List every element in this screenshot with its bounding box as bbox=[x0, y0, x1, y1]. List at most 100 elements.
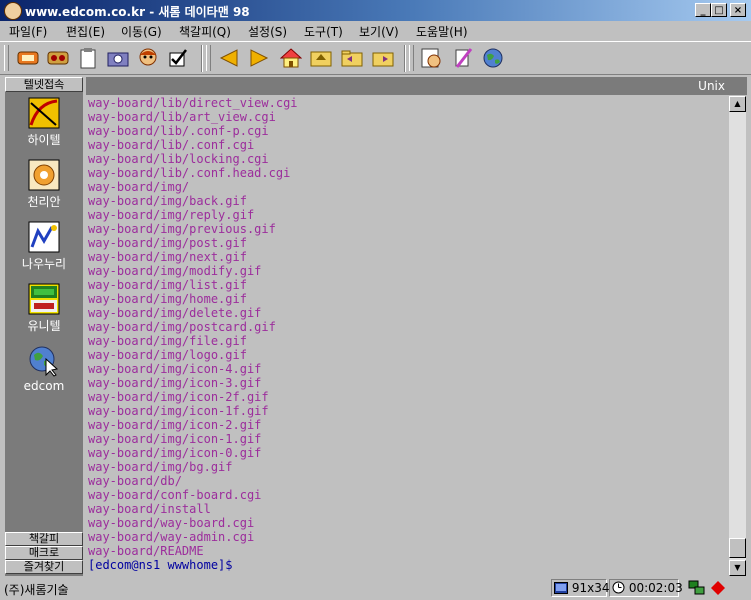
home-icon[interactable] bbox=[279, 46, 303, 70]
terminal-line: way-board/img/delete.gif bbox=[88, 306, 262, 320]
globe-icon[interactable] bbox=[481, 46, 505, 70]
download-icon[interactable] bbox=[371, 46, 395, 70]
terminal-mode-label: Unix bbox=[698, 79, 725, 93]
telnet-panel: 텔넷접속 하이텔 천리안 나우누리 유니텔 edcom 책갈피 매크로 즐겨찾기 bbox=[5, 77, 83, 576]
shortcut-label: 나우누리 bbox=[21, 257, 67, 271]
menu-help[interactable]: 도움말(H) bbox=[416, 23, 468, 40]
disconnect-indicator-icon[interactable] bbox=[710, 580, 726, 599]
character-icon[interactable] bbox=[136, 46, 160, 70]
favorites-button[interactable]: 즐겨찾기 bbox=[5, 560, 83, 574]
network-icon[interactable] bbox=[688, 580, 706, 599]
chollian-icon bbox=[28, 159, 60, 191]
hitel-icon bbox=[28, 97, 60, 129]
terminal-line: way-board/img/post.gif bbox=[88, 236, 247, 250]
terminal-line: way-board/img/file.gif bbox=[88, 334, 247, 348]
unitel-icon bbox=[28, 283, 60, 315]
terminal-line: way-board/lib/.conf.cgi bbox=[88, 138, 255, 152]
title-bar: www.edcom.co.kr - 새롬 데이타맨 98 _ □ × bbox=[0, 0, 751, 21]
connection-timer: 00:02:03 bbox=[628, 581, 683, 595]
shortcut-chollian[interactable]: 천리안 bbox=[5, 159, 83, 210]
terminal-line: way-board/lib/.conf-p.cgi bbox=[88, 124, 269, 138]
terminal-line: way-board/img/icon-2.gif bbox=[88, 418, 262, 432]
menu-tools[interactable]: 도구(T) bbox=[304, 23, 343, 40]
terminal-line: way-board/img/reply.gif bbox=[88, 208, 255, 222]
menu-bar: 파일(F) 편집(E) 이동(G) 책갈피(Q) 설정(S) 도구(T) 보기(… bbox=[0, 21, 751, 41]
terminal-line: way-board/img/icon-4.gif bbox=[88, 362, 262, 376]
status-company: (주)새롬기술 bbox=[4, 583, 69, 597]
close-button[interactable]: × bbox=[730, 3, 746, 17]
terminal-line: way-board/way-admin.cgi bbox=[88, 530, 255, 544]
window-title: www.edcom.co.kr - 새롬 데이타맨 98 bbox=[25, 5, 250, 19]
app-icon[interactable] bbox=[4, 2, 22, 20]
terminal-line: way-board/conf-board.cgi bbox=[88, 488, 262, 502]
back-arrow-icon[interactable] bbox=[217, 46, 241, 70]
shortcut-label: 천리안 bbox=[27, 195, 61, 209]
maximize-button[interactable]: □ bbox=[711, 3, 727, 17]
menu-file[interactable]: 파일(F) bbox=[9, 23, 47, 40]
status-bar: (주)새롬기술 91x34 00:02:03 bbox=[0, 577, 751, 600]
disconnect-icon[interactable] bbox=[46, 46, 70, 70]
capture-icon[interactable] bbox=[106, 46, 130, 70]
terminal-line: way-board/db/ bbox=[88, 474, 182, 488]
shortcut-label: 유니텔 bbox=[27, 319, 61, 333]
terminal-line: way-board/lib/direct_view.cgi bbox=[88, 96, 298, 110]
edcom-globe-icon bbox=[28, 345, 60, 377]
forward-arrow-icon[interactable] bbox=[247, 46, 271, 70]
terminal-line: way-board/img/logo.gif bbox=[88, 348, 247, 362]
scroll-down-icon[interactable]: ▼ bbox=[729, 560, 746, 576]
menu-edit[interactable]: 편집(E) bbox=[66, 23, 105, 40]
menu-settings[interactable]: 설정(S) bbox=[248, 23, 287, 40]
shell-prompt: [edcom@ns1 wwwhome]$ bbox=[88, 558, 233, 572]
terminal-line: way-board/img/next.gif bbox=[88, 250, 247, 264]
terminal-line: way-board/img/home.gif bbox=[88, 292, 247, 306]
terminal-size-icon bbox=[554, 582, 568, 594]
terminal-line: way-board/img/list.gif bbox=[88, 278, 247, 292]
shortcut-nownuri[interactable]: 나우누리 bbox=[5, 221, 83, 272]
scroll-up-icon[interactable]: ▲ bbox=[729, 96, 746, 112]
vertical-scrollbar[interactable]: ▲ ▼ bbox=[729, 96, 746, 576]
shortcut-label: edcom bbox=[23, 379, 65, 393]
panel-header[interactable]: 텔넷접속 bbox=[5, 77, 83, 92]
shortcut-edcom[interactable]: edcom bbox=[5, 345, 83, 393]
edit-icon[interactable] bbox=[451, 46, 475, 70]
terminal-line: way-board/img/icon-3.gif bbox=[88, 376, 262, 390]
terminal-line: way-board/img/postcard.gif bbox=[88, 320, 276, 334]
terminal-line: way-board/img/icon-1f.gif bbox=[88, 404, 269, 418]
terminal-line: way-board/img/bg.gif bbox=[88, 460, 233, 474]
toolbar-grip[interactable] bbox=[4, 45, 9, 71]
connect-icon[interactable] bbox=[16, 46, 40, 70]
terminal-line: way-board/way-board.cgi bbox=[88, 516, 255, 530]
terminal-screen[interactable]: way-board/lib/direct_view.cgi way-board/l… bbox=[86, 96, 729, 576]
scroll-thumb[interactable] bbox=[729, 538, 746, 558]
terminal-line: way-board/lib/.conf.head.cgi bbox=[88, 166, 291, 180]
terminal-line: way-board/img/icon-1.gif bbox=[88, 432, 262, 446]
check-icon[interactable] bbox=[166, 46, 190, 70]
bookmarks-button[interactable]: 책갈피 bbox=[5, 532, 83, 546]
shortcut-unitel[interactable]: 유니텔 bbox=[5, 283, 83, 334]
minimize-button[interactable]: _ bbox=[695, 3, 711, 17]
shortcut-hitel[interactable]: 하이텔 bbox=[5, 97, 83, 148]
menu-view[interactable]: 보기(V) bbox=[359, 23, 399, 40]
shortcut-label: 하이텔 bbox=[27, 133, 61, 147]
terminal-line: way-board/img/icon-0.gif bbox=[88, 446, 262, 460]
terminal-header: Unix bbox=[86, 77, 747, 95]
settings-icon[interactable] bbox=[419, 46, 443, 70]
terminal-line: way-board/lib/locking.cgi bbox=[88, 152, 269, 166]
macro-button[interactable]: 매크로 bbox=[5, 546, 83, 560]
terminal-size-box: 91x34 bbox=[551, 579, 610, 597]
toolbar bbox=[0, 41, 751, 75]
terminal-line: way-board/README bbox=[88, 544, 204, 558]
clipboard-icon[interactable] bbox=[76, 46, 100, 70]
terminal-line: way-board/img/modify.gif bbox=[88, 264, 262, 278]
menu-bookmarks[interactable]: 책갈피(Q) bbox=[179, 23, 231, 40]
terminal-size: 91x34 bbox=[571, 581, 610, 595]
upload-icon[interactable] bbox=[309, 46, 333, 70]
folder-icon[interactable] bbox=[340, 46, 364, 70]
nownuri-icon bbox=[28, 221, 60, 253]
terminal-line: way-board/lib/art_view.cgi bbox=[88, 110, 276, 124]
terminal-line: way-board/install bbox=[88, 502, 211, 516]
terminal-line: way-board/img/ bbox=[88, 180, 190, 194]
clock-icon bbox=[612, 581, 625, 594]
timer-box: 00:02:03 bbox=[609, 579, 683, 597]
menu-go[interactable]: 이동(G) bbox=[121, 23, 162, 40]
